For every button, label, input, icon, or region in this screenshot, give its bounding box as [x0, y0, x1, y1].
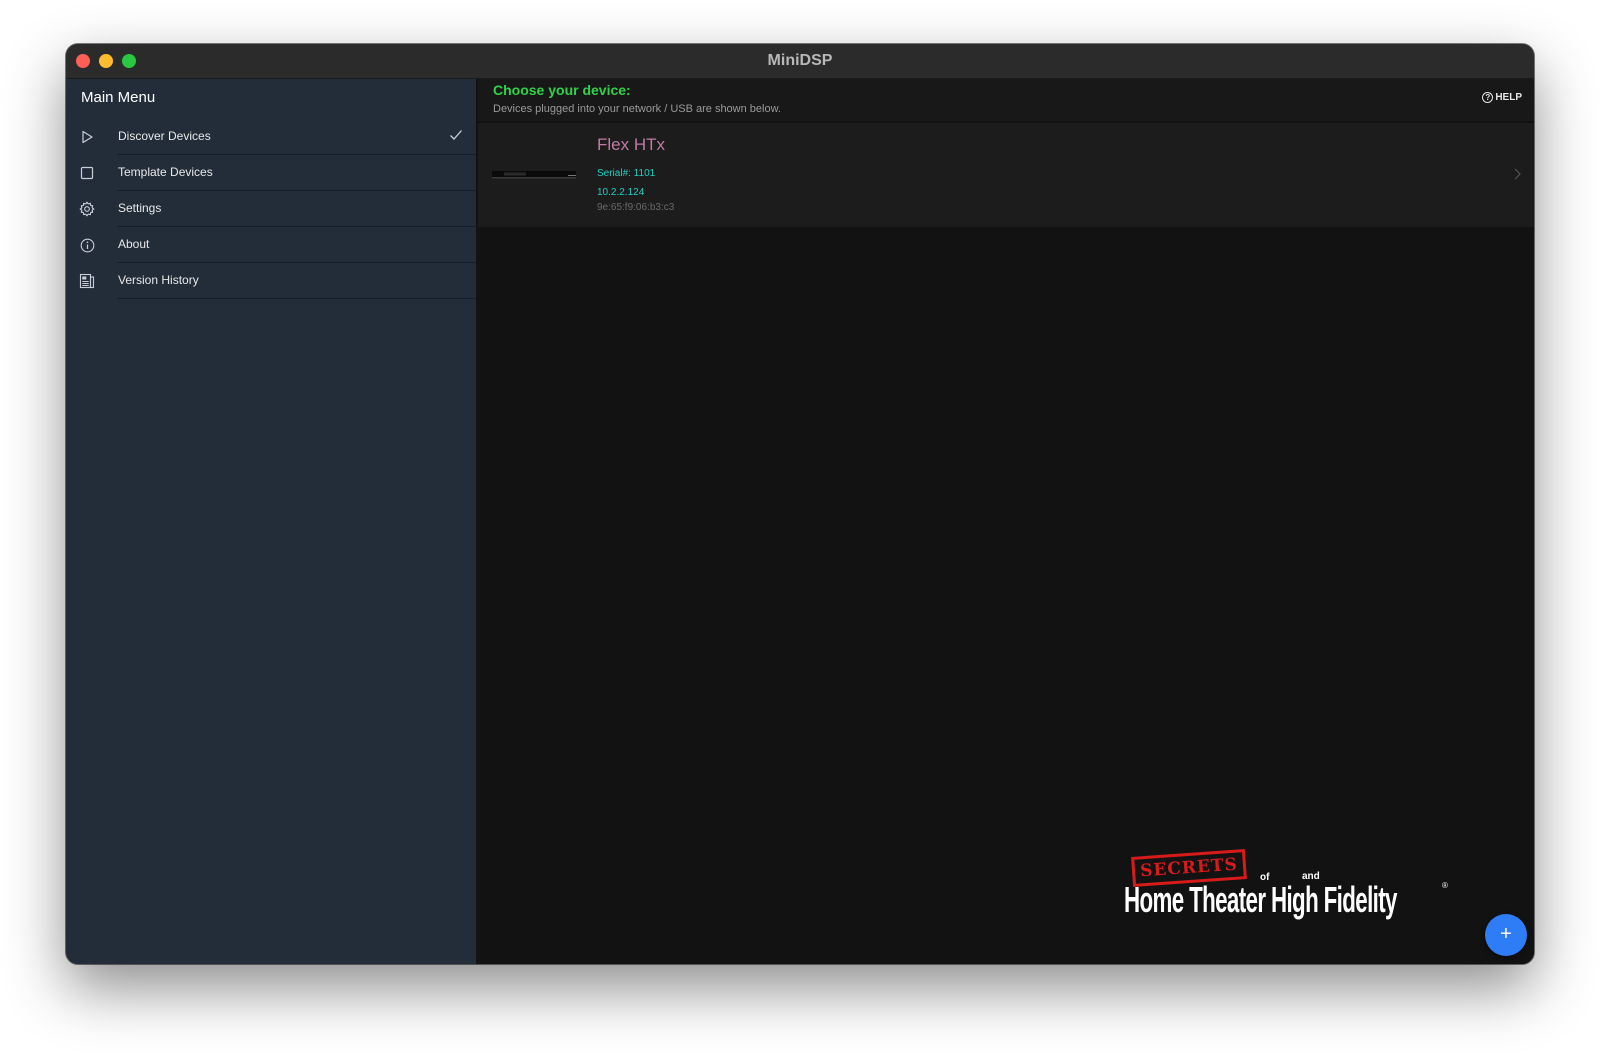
sidebar-item-settings[interactable]: Settings — [66, 191, 476, 227]
sidebar-item-about[interactable]: About — [66, 227, 476, 263]
device-mac-address: 9e:65:f9:06:b3:c3 — [597, 202, 675, 213]
help-button[interactable]: ? HELP — [1482, 92, 1522, 103]
document-icon — [78, 272, 96, 290]
sidebar-item-label: Template Devices — [118, 165, 213, 179]
square-icon — [78, 164, 96, 182]
help-icon: ? — [1482, 92, 1494, 103]
title-bar: MiniDSP — [66, 44, 1534, 79]
watermark-registered: ® — [1442, 881, 1448, 890]
window-title: MiniDSP — [767, 52, 833, 69]
watermark-text: Home Theater High Fidelity — [1124, 879, 1397, 920]
sidebar-item-discover-devices[interactable]: Discover Devices — [66, 119, 476, 155]
play-icon — [78, 128, 96, 146]
device-ip-address: 10.2.2.124 — [597, 187, 645, 198]
device-name: Flex HTx — [597, 135, 665, 154]
sidebar-title: Main Menu — [81, 89, 156, 106]
device-image — [492, 171, 576, 179]
gear-icon — [78, 200, 96, 218]
device-serial: Serial#: 1101 — [597, 168, 656, 179]
watermark-logo: SECRETS of and Home Theater High Fidelit… — [1124, 849, 1454, 929]
sidebar-item-label: Version History — [118, 273, 199, 287]
sidebar-item-template-devices[interactable]: Template Devices — [66, 155, 476, 191]
sidebar-item-label: Discover Devices — [118, 129, 211, 143]
page-header: Choose your device: Devices plugged into… — [478, 79, 1534, 121]
help-label: HELP — [1495, 92, 1522, 103]
page-title: Choose your device: — [493, 82, 631, 98]
device-list-item[interactable]: Flex HTx Serial#: 1101 10.2.2.124 9e:65:… — [478, 123, 1534, 227]
chevron-right-icon — [1514, 168, 1521, 180]
main-content: Choose your device: Devices plugged into… — [478, 79, 1534, 964]
page-subtitle: Devices plugged into your network / USB … — [493, 103, 781, 115]
sidebar: Main Menu Discover Devices Template Devi… — [66, 79, 477, 964]
add-device-button[interactable]: + — [1485, 914, 1527, 956]
sidebar-item-label: About — [118, 237, 150, 251]
checkmark-icon — [450, 130, 462, 140]
sidebar-item-version-history[interactable]: Version History — [66, 263, 476, 299]
info-icon — [78, 236, 96, 254]
main-menu: Discover Devices Template Devices Settin… — [66, 119, 476, 299]
sidebar-item-label: Settings — [118, 201, 162, 215]
app-window: MiniDSP Main Menu Discover Devices Templ… — [66, 44, 1534, 964]
